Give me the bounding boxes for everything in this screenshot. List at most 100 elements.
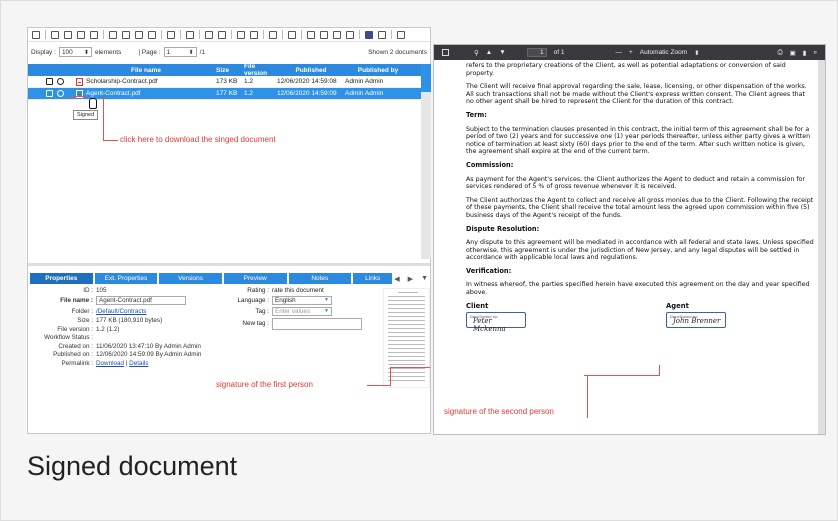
- signed-icon[interactable]: [57, 90, 64, 97]
- header-published[interactable]: Published: [277, 67, 345, 74]
- panel-splitter[interactable]: [28, 263, 430, 266]
- download-icon[interactable]: ▣: [790, 49, 796, 57]
- bookmark-icon[interactable]: [148, 30, 156, 39]
- file-version-label: File version :: [57, 325, 93, 333]
- page-of-label: of 1: [553, 49, 565, 56]
- documents-toolbar: [28, 28, 430, 42]
- created-label: Created on :: [58, 342, 93, 350]
- annotation-arrow: [68, 96, 88, 97]
- lock-icon[interactable]: [109, 30, 117, 39]
- new-document-icon[interactable]: [64, 30, 72, 39]
- search-icon[interactable]: ⚲: [474, 49, 479, 57]
- published-value: 12/06/2020 14:59:09 By Admin Admin: [96, 351, 202, 359]
- arrow-up-icon[interactable]: ▲: [486, 49, 492, 56]
- print-icon[interactable]: [320, 30, 328, 39]
- page-number-input[interactable]: 1: [526, 48, 547, 57]
- row-size: 173 KB: [216, 78, 238, 85]
- chevron-down-icon: ▼: [324, 308, 329, 314]
- refresh-icon[interactable]: [32, 30, 40, 39]
- archive-icon[interactable]: [135, 30, 143, 39]
- file-name-input[interactable]: Agent-Contract.pdf: [96, 295, 186, 305]
- client-label: Client: [466, 301, 489, 310]
- archive-icon[interactable]: [46, 90, 53, 97]
- agent-signature-script: John Brenner: [673, 317, 721, 326]
- annotate-icon[interactable]: [205, 30, 213, 39]
- new-tag-input[interactable]: [272, 317, 362, 330]
- toolbar-separator: [301, 30, 302, 39]
- pdf-scrollbar[interactable]: [818, 60, 825, 434]
- filter-icon[interactable]: [307, 30, 315, 39]
- download-link[interactable]: Download: [96, 360, 124, 367]
- export-icon[interactable]: [346, 30, 354, 39]
- toolbar-separator: [103, 30, 104, 39]
- list-view-icon[interactable]: [365, 30, 373, 39]
- annotation-line: [367, 385, 390, 386]
- toolbar-separator: [231, 30, 232, 39]
- header-size[interactable]: Size: [216, 67, 244, 74]
- preview-toggle-icon[interactable]: [397, 30, 405, 39]
- paste-icon[interactable]: [90, 30, 98, 39]
- pdf-paragraph: Subject to the termination clauses prese…: [466, 125, 811, 156]
- page-total: /1: [199, 48, 206, 56]
- header-file-version[interactable]: File version: [244, 63, 277, 77]
- row-icons: [28, 78, 76, 85]
- email-icon[interactable]: [167, 30, 175, 39]
- edit-icon[interactable]: [122, 30, 130, 39]
- spin-arrows-icon[interactable]: ⬍: [189, 49, 194, 56]
- upload-icon[interactable]: [51, 30, 59, 39]
- details-link[interactable]: Details: [129, 360, 148, 367]
- client-signature: DocuSigned by: Peter Mckenna: [466, 312, 526, 333]
- arrow-down-icon[interactable]: ▼: [499, 49, 505, 56]
- grid-scrollbar[interactable]: [421, 64, 431, 259]
- size-label: Size :: [77, 317, 93, 325]
- row-file-name-text: Agent-Contract.pdf: [86, 90, 141, 97]
- zoom-in-icon[interactable]: +: [629, 49, 633, 56]
- tab-preview[interactable]: Preview: [223, 273, 287, 284]
- zoom-select[interactable]: Automatic Zoom: [640, 49, 687, 56]
- bookmark-icon[interactable]: ▮: [803, 49, 807, 57]
- documents-panel: Display : 100 ⬍ elements | Page : 1 ⬍ /1…: [27, 27, 431, 434]
- more-tools-icon[interactable]: »: [813, 49, 817, 56]
- row-version: 1.2: [244, 90, 254, 97]
- settings-icon[interactable]: [269, 30, 277, 39]
- pdf-heading-term: Term:: [466, 110, 487, 119]
- toolbar-separator: [391, 30, 392, 39]
- chevron-down-icon[interactable]: [333, 30, 341, 39]
- check-icon[interactable]: [218, 30, 226, 39]
- tab-ext-properties[interactable]: Ext. Properties: [94, 273, 158, 284]
- stamp-icon[interactable]: [237, 30, 245, 39]
- calendar-icon[interactable]: [288, 30, 296, 39]
- tab-notes[interactable]: Notes: [288, 273, 352, 284]
- language-select[interactable]: English ▼: [272, 295, 332, 305]
- zoom-out-icon[interactable]: —: [615, 49, 622, 56]
- chevron-down-icon[interactable]: ▼: [421, 275, 428, 282]
- chevron-left-icon[interactable]: ◀: [394, 275, 399, 283]
- spin-arrows-icon[interactable]: ⬍: [84, 49, 89, 56]
- folder-link[interactable]: /Default/Contracts: [96, 308, 146, 315]
- print-icon[interactable]: ⎙: [777, 49, 782, 57]
- header-file-name[interactable]: File name: [76, 67, 216, 74]
- table-row-selected[interactable]: Agent-Contract.pdf 177 KB 1.2 12/06/2020…: [28, 88, 421, 100]
- pdf-paragraph: As payment for the Agent's services, the…: [466, 175, 805, 191]
- display-count-stepper[interactable]: 100 ⬍: [58, 47, 92, 57]
- archive-icon[interactable]: [46, 78, 53, 85]
- tab-links[interactable]: Links: [353, 273, 393, 284]
- tab-versions[interactable]: Versions: [159, 273, 222, 284]
- chevron-down-icon[interactable]: ⬍: [694, 49, 699, 57]
- tag-select[interactable]: Enter values ▼: [272, 306, 332, 316]
- sign-icon[interactable]: [250, 30, 258, 39]
- sidebar-toggle-icon[interactable]: [442, 49, 449, 56]
- copy-icon[interactable]: [77, 30, 85, 39]
- scrollbar-thumb[interactable]: [421, 64, 431, 92]
- gallery-view-icon[interactable]: [378, 30, 386, 39]
- delete-icon[interactable]: [186, 30, 194, 39]
- chevron-right-icon[interactable]: ▶: [408, 275, 413, 283]
- properties-form-right: Rating : rate this document Language : Eng…: [228, 286, 368, 331]
- signed-icon[interactable]: [57, 78, 64, 85]
- table-row[interactable]: Scholarship-Contract.pdf 173 KB 1.2 12/0…: [28, 76, 421, 88]
- header-published-by[interactable]: Published by: [345, 67, 411, 74]
- page-stepper[interactable]: 1 ⬍: [163, 47, 197, 57]
- rating-value[interactable]: rate this document: [272, 287, 324, 294]
- pdf-paragraph: The Client will receive final approval r…: [466, 83, 807, 106]
- tab-properties[interactable]: Properties: [30, 273, 93, 284]
